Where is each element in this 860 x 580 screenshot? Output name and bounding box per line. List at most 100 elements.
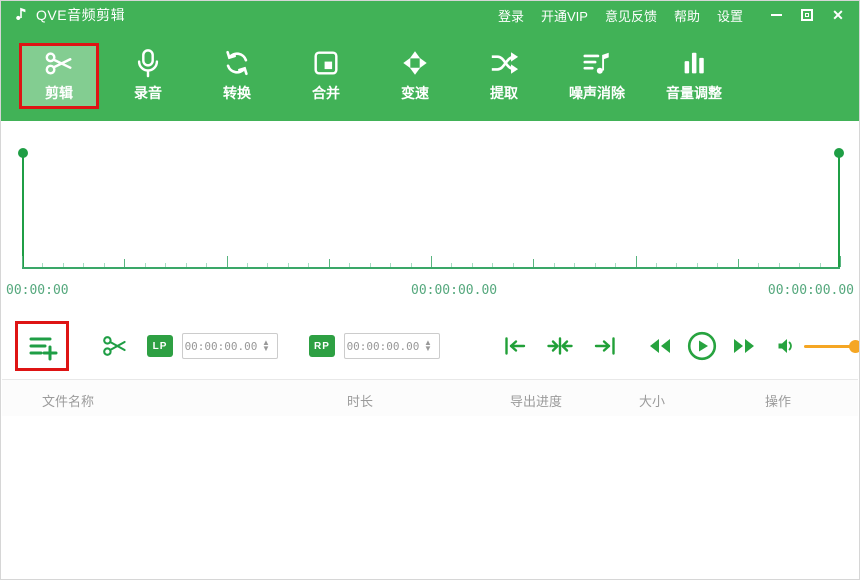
add-file-button[interactable] xyxy=(25,329,59,363)
ruler-tick xyxy=(308,263,309,267)
ruler-tick xyxy=(738,259,739,267)
toolbar-item-label: 噪声消除 xyxy=(569,83,625,103)
refresh-icon xyxy=(222,48,252,78)
skip-to-end-button[interactable] xyxy=(593,336,617,356)
ruler-tick xyxy=(574,263,575,267)
volume-slider[interactable] xyxy=(804,339,860,353)
toolbar-item-label: 转换 xyxy=(223,83,251,103)
toolbar-item-noise[interactable]: 噪声消除 xyxy=(553,43,641,109)
ruler-tick xyxy=(656,263,657,267)
rp-time-input[interactable] xyxy=(345,340,421,353)
toolbar-item-extract[interactable]: 提取 xyxy=(464,43,544,109)
minimize-button[interactable] xyxy=(765,5,787,25)
toolbar-item-convert[interactable]: 转换 xyxy=(197,43,277,109)
menu-item-settings[interactable]: 设置 xyxy=(717,6,743,25)
ruler-tick xyxy=(124,259,125,267)
file-table: 文件名称时长导出进度大小操作 xyxy=(2,379,858,578)
merge-icon xyxy=(311,48,341,78)
bars-icon xyxy=(679,48,709,78)
playback-controls: LP ▲▼ RP ▲▼ xyxy=(2,313,858,379)
ruler-tick xyxy=(717,263,718,267)
menu-item-feedback[interactable]: 意见反馈 xyxy=(605,6,657,25)
ruler-tick xyxy=(758,263,759,267)
column-header: 操作 xyxy=(765,391,791,410)
mute-button[interactable] xyxy=(777,337,795,355)
right-position-marker[interactable] xyxy=(838,153,840,269)
toolbar: 剪辑 录音转换 合并 变速 提取 噪声消除 音量调整 xyxy=(1,29,859,121)
column-header: 时长 xyxy=(347,391,373,410)
toolbar-item-clip[interactable]: 剪辑 xyxy=(19,43,99,109)
ruler-tick xyxy=(451,263,452,267)
ruler-tick xyxy=(533,259,534,267)
file-table-body[interactable] xyxy=(2,416,858,578)
ruler-tick xyxy=(227,256,228,267)
timeline-end-label: 00:00:00.00 xyxy=(768,283,854,298)
lp-time-box: ▲▼ xyxy=(182,333,278,359)
toolbar-item-label: 合并 xyxy=(312,83,340,103)
toolbar-item-label: 提取 xyxy=(490,83,518,103)
cut-button[interactable] xyxy=(102,334,128,358)
titlebar: QVE音频剪辑 登录开通VIP 意见反馈帮助设置 ✕ xyxy=(1,1,859,29)
ruler-tick xyxy=(165,263,166,267)
microphone-icon xyxy=(133,48,163,78)
app-title: QVE音频剪辑 xyxy=(36,5,125,25)
toolbar-item-volume[interactable]: 音量调整 xyxy=(650,43,738,109)
skip-group xyxy=(503,336,617,356)
fast-forward-icon xyxy=(732,338,756,354)
skip-to-end-icon xyxy=(593,336,617,356)
ruler-tick xyxy=(329,259,330,267)
toolbar-item-record[interactable]: 录音 xyxy=(108,43,188,109)
skip-to-start-button[interactable] xyxy=(503,336,527,356)
column-header: 大小 xyxy=(639,391,665,410)
ruler-tick xyxy=(820,263,821,267)
ruler-tick xyxy=(472,263,473,267)
play-button[interactable] xyxy=(687,331,717,361)
fast-forward-button[interactable] xyxy=(732,338,756,354)
ruler-tick xyxy=(492,263,493,267)
toolbar-item-label: 变速 xyxy=(401,83,429,103)
waveform-area[interactable]: 00:00:00 00:00:00.00 00:00:00.00 xyxy=(2,121,858,313)
snap-to-marker-button[interactable] xyxy=(547,336,573,356)
left-point-button[interactable]: LP xyxy=(147,335,173,357)
ruler-tick xyxy=(554,263,555,267)
rp-time-stepper[interactable]: ▲▼ xyxy=(421,340,435,352)
dpad-icon xyxy=(400,48,430,78)
ruler-tick xyxy=(288,263,289,267)
left-position-marker[interactable] xyxy=(22,153,24,269)
menu-item-login[interactable]: 登录 xyxy=(498,6,524,25)
toolbar-item-label: 剪辑 xyxy=(45,83,73,103)
shuffle-icon xyxy=(489,48,519,78)
lp-time-input[interactable] xyxy=(183,340,259,353)
maximize-icon xyxy=(801,9,813,21)
toolbar-item-speed[interactable]: 变速 xyxy=(375,43,455,109)
volume-group xyxy=(777,337,860,355)
stepper-down-icon: ▼ xyxy=(262,346,270,352)
ruler-tick xyxy=(697,263,698,267)
ruler-tick xyxy=(390,263,391,267)
ruler-tick xyxy=(83,263,84,267)
rewind-button[interactable] xyxy=(648,338,672,354)
toolbar-item-label: 音量调整 xyxy=(666,83,722,103)
right-point-button[interactable]: RP xyxy=(309,335,335,357)
ruler-tick xyxy=(22,256,23,267)
speaker-icon xyxy=(777,337,795,355)
highlight-box-add-file xyxy=(15,321,69,371)
ruler-tick xyxy=(63,263,64,267)
file-table-header: 文件名称时长导出进度大小操作 xyxy=(2,379,858,416)
ruler-tick xyxy=(779,263,780,267)
ruler-tick xyxy=(370,263,371,267)
maximize-button[interactable] xyxy=(796,5,818,25)
play-icon xyxy=(687,331,717,361)
timeline-start-label: 00:00:00 xyxy=(6,283,69,298)
snap-to-marker-icon xyxy=(547,336,573,356)
ruler-tick xyxy=(247,263,248,267)
close-button[interactable]: ✕ xyxy=(827,5,849,25)
lp-time-stepper[interactable]: ▲▼ xyxy=(259,340,273,352)
ruler-tick xyxy=(145,263,146,267)
menu-item-vip[interactable]: 开通VIP xyxy=(541,6,588,25)
menu-item-help[interactable]: 帮助 xyxy=(674,6,700,25)
stepper-down-icon: ▼ xyxy=(424,346,432,352)
volume-slider-thumb[interactable] xyxy=(849,340,860,353)
toolbar-item-merge[interactable]: 合并 xyxy=(286,43,366,109)
timeline-ruler[interactable] xyxy=(22,257,840,269)
